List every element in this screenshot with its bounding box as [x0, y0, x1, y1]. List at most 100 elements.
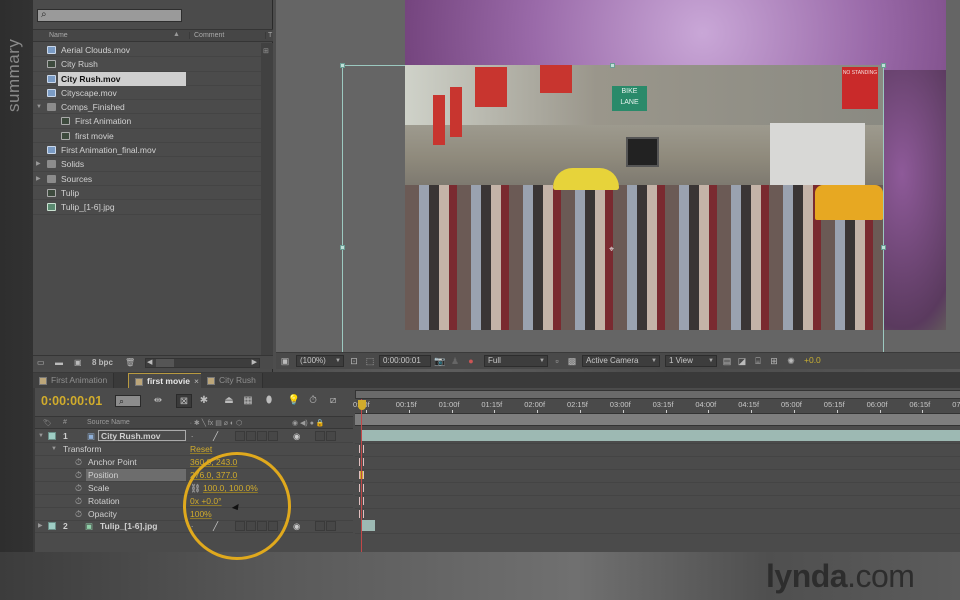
snapshot-camera-icon[interactable]: 📷	[434, 356, 445, 366]
switch-box[interactable]	[235, 431, 245, 441]
layer-row-1[interactable]: ▼ 1 ▣ City Rush.mov ∙ ╱ ◉	[35, 430, 353, 443]
property-value[interactable]: 100%	[190, 508, 212, 520]
exposure-value[interactable]: +0.0	[804, 355, 821, 365]
collapse-triangle-icon[interactable]: ▶	[36, 157, 41, 171]
transform-handle[interactable]	[881, 63, 886, 68]
bit-depth-button[interactable]: 8 bpc	[92, 358, 113, 367]
project-item[interactable]: ▼ Comps_Finished	[33, 100, 261, 115]
project-item[interactable]: Cityscape.mov	[33, 86, 261, 101]
column-type[interactable]: T	[265, 32, 272, 39]
current-time-indicator[interactable]	[361, 399, 362, 552]
time-navigator[interactable]	[355, 390, 960, 399]
expand-triangle-icon[interactable]: ▼	[51, 443, 57, 455]
switch-box[interactable]	[315, 431, 325, 441]
project-search-input[interactable]: ⌕	[37, 9, 182, 22]
scroll-thumb[interactable]	[156, 359, 174, 367]
reset-link[interactable]: Reset	[190, 443, 212, 455]
frame-blending-icon[interactable]: ▦	[240, 394, 256, 408]
transform-handle[interactable]	[340, 245, 345, 250]
brainstorm-icon[interactable]: 💡	[286, 394, 302, 408]
property-row-scale[interactable]: ⏱ Scale ⛓ 100.0, 100.0%	[35, 482, 353, 495]
quality-switch-icon[interactable]: ╱	[213, 430, 218, 442]
stopwatch-icon[interactable]: ⏱	[75, 508, 82, 520]
new-composition-icon[interactable]: ▣	[74, 358, 82, 367]
switch-box[interactable]	[268, 431, 278, 441]
switch-box[interactable]	[257, 431, 267, 441]
view-layout-dropdown[interactable]: 1 View ▼	[665, 355, 717, 367]
label-color-icon[interactable]	[48, 522, 56, 530]
timeline-search-input[interactable]: ⌕	[115, 395, 141, 407]
scroll-left-icon[interactable]: ◀	[147, 358, 152, 366]
flowchart-icon[interactable]: ⊞	[769, 356, 779, 366]
project-item[interactable]: first movie	[33, 129, 261, 144]
city-rush-layer-image[interactable]: BIKE LANE NO STANDING	[405, 65, 883, 330]
time-ruler[interactable]: 0:00f00:15f01:00f01:15f02:00f02:15f03:00…	[353, 399, 960, 413]
work-area-bar[interactable]	[355, 413, 960, 426]
project-item[interactable]: Tulip	[33, 186, 261, 201]
property-row-anchor-point[interactable]: ⏱ Anchor Point 360.0, 243.0	[35, 456, 353, 469]
magnification-dropdown[interactable]: (100%) ▼	[296, 355, 344, 367]
current-time-field[interactable]: 0:00:00:01	[379, 355, 431, 367]
switch-box[interactable]	[326, 431, 336, 441]
expand-triangle-icon[interactable]: ▼	[38, 430, 44, 442]
project-item[interactable]: ▶ Sources	[33, 172, 261, 186]
layer-bar-city-rush[interactable]	[361, 430, 960, 441]
tab-city-rush[interactable]: City Rush	[201, 373, 263, 388]
quality-switch-icon[interactable]: ╱	[213, 520, 218, 532]
draft-3d-icon[interactable]: ✱	[196, 394, 212, 408]
switch-box[interactable]	[235, 521, 245, 531]
sort-ascending-icon[interactable]: ▲	[173, 31, 180, 38]
project-item[interactable]: ▶ Solids	[33, 157, 261, 172]
mask-visibility-icon[interactable]: ⬚	[365, 356, 375, 366]
shy-switch-icon[interactable]: ∙	[191, 520, 193, 532]
switch-box[interactable]	[246, 431, 256, 441]
expand-triangle-icon[interactable]: ▼	[36, 100, 42, 114]
interpret-footage-icon[interactable]: ▭	[37, 358, 45, 367]
layer-name[interactable]: City Rush.mov	[98, 430, 186, 441]
property-row-rotation[interactable]: ⏱ Rotation 0x +0.0°	[35, 495, 353, 508]
fast-previews-icon[interactable]: ◪	[737, 356, 747, 366]
switch-box[interactable]	[315, 521, 325, 531]
camera-view-dropdown[interactable]: Active Camera ▼	[582, 355, 660, 367]
flowchart-icon[interactable]: ⊞	[263, 47, 269, 55]
always-preview-icon[interactable]: ▣	[280, 356, 290, 366]
tab-first-movie[interactable]: first movie ×	[128, 373, 206, 388]
transform-handle[interactable]	[340, 63, 345, 68]
layer-row-2[interactable]: ▶ 2 ▣ Tulip_[1-6].jpg ∙ ╱ ◉	[35, 520, 353, 533]
pixel-aspect-icon[interactable]: ▤	[722, 356, 732, 366]
switch-box[interactable]	[326, 521, 336, 531]
property-value[interactable]: 360.0, 243.0	[190, 456, 237, 468]
auto-keyframe-icon[interactable]: ⏱	[305, 394, 321, 408]
stopwatch-icon[interactable]: ⏱	[75, 469, 82, 481]
layer-bar-tulip[interactable]	[361, 520, 375, 531]
project-scrollbar[interactable]: ⊞	[261, 43, 273, 355]
transform-handle[interactable]	[610, 63, 615, 68]
label-color-icon[interactable]	[48, 432, 56, 440]
constrain-proportions-icon[interactable]: ⛓	[190, 482, 201, 494]
property-value[interactable]: 276.0, 377.0	[190, 469, 237, 481]
exposure-reset-icon[interactable]: ✺	[786, 356, 796, 366]
scroll-right-icon[interactable]: ▶	[252, 358, 257, 366]
stopwatch-icon[interactable]: ⏱	[75, 456, 82, 468]
column-name[interactable]: Name	[49, 32, 68, 39]
grid-guides-icon[interactable]: ⊡	[349, 356, 359, 366]
graph-editor-icon[interactable]: ⧄	[325, 394, 341, 408]
layer-name[interactable]: Tulip_[1-6].jpg	[98, 520, 159, 532]
project-item[interactable]: Tulip_[1-6].jpg	[33, 200, 261, 215]
close-icon[interactable]: ×	[194, 376, 199, 386]
resolution-dropdown[interactable]: Full ▼	[484, 355, 548, 367]
project-item[interactable]: Aerial Clouds.mov	[33, 43, 261, 58]
expand-triangle-icon[interactable]: ▶	[38, 520, 43, 532]
property-value[interactable]: 100.0, 100.0%	[203, 482, 258, 494]
tab-first-animation[interactable]: First Animation	[33, 373, 115, 388]
column-source-name[interactable]: Source Name	[87, 419, 130, 426]
project-item[interactable]: First Animation_final.mov	[33, 143, 261, 158]
eye-visibility-icon[interactable]: ◉	[293, 430, 300, 442]
collapse-triangle-icon[interactable]: ▶	[36, 172, 41, 186]
trash-icon[interactable]: 🗑	[125, 358, 135, 367]
project-horizontal-scrollbar[interactable]: ◀ ▶	[145, 358, 260, 368]
show-snapshot-icon[interactable]: ♟	[450, 356, 460, 366]
transform-group-row[interactable]: ▼ Transform Reset	[35, 443, 353, 456]
transform-handle[interactable]	[881, 245, 886, 250]
comp-mini-flowchart-icon[interactable]: ⇹	[150, 394, 166, 408]
